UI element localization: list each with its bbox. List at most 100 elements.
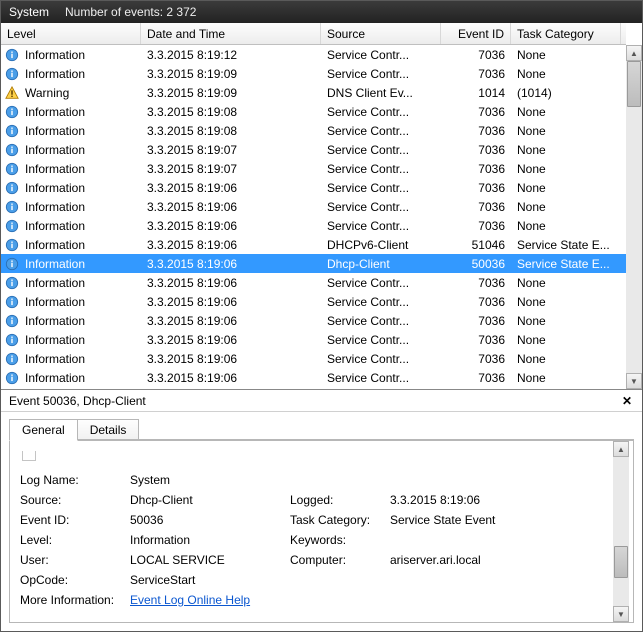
row-eventid: 7036 [441, 200, 511, 214]
event-list: Level Date and Time Source Event ID Task… [1, 23, 642, 390]
row-source: DHCPv6-Client [321, 238, 441, 252]
row-level: Information [25, 238, 85, 252]
scroll-up-button[interactable]: ▲ [626, 45, 642, 61]
row-eventid: 50036 [441, 257, 511, 271]
opcode-label: OpCode: [20, 573, 130, 587]
row-datetime: 3.3.2015 8:19:09 [141, 86, 321, 100]
source-label: Source: [20, 493, 130, 507]
row-level: Information [25, 314, 85, 328]
column-headers[interactable]: Level Date and Time Source Event ID Task… [1, 23, 626, 45]
row-taskcategory: Service State E... [511, 257, 621, 271]
table-row[interactable]: Information3.3.2015 8:19:06Service Contr… [1, 216, 626, 235]
row-eventid: 7036 [441, 143, 511, 157]
detail-pane: Event 50036, Dhcp-Client ✕ General Detai… [1, 390, 642, 631]
scroll-down-button[interactable]: ▼ [626, 373, 642, 389]
detail-scroll-down[interactable]: ▼ [613, 606, 629, 622]
info-icon [5, 352, 19, 366]
table-row[interactable]: Information3.3.2015 8:19:06Service Contr… [1, 349, 626, 368]
computer-label: Computer: [290, 553, 390, 567]
row-level: Information [25, 105, 85, 119]
col-source[interactable]: Source [321, 23, 441, 44]
eventid-value: 50036 [130, 513, 290, 527]
row-eventid: 7036 [441, 181, 511, 195]
table-row[interactable]: Information3.3.2015 8:19:08Service Contr… [1, 121, 626, 140]
table-row[interactable]: Information3.3.2015 8:19:06Service Contr… [1, 311, 626, 330]
table-row[interactable]: Information3.3.2015 8:19:09Service Contr… [1, 64, 626, 83]
info-icon [5, 295, 19, 309]
table-row[interactable]: Information3.3.2015 8:19:12Service Contr… [1, 45, 626, 64]
row-source: Service Contr... [321, 181, 441, 195]
eventid-label: Event ID: [20, 513, 130, 527]
info-icon [5, 257, 19, 271]
row-taskcategory: None [511, 67, 621, 81]
col-level[interactable]: Level [1, 23, 141, 44]
row-datetime: 3.3.2015 8:19:06 [141, 295, 321, 309]
level-value: Information [130, 533, 290, 547]
row-taskcategory: None [511, 124, 621, 138]
scroll-track[interactable] [626, 61, 642, 373]
scroll-thumb[interactable] [627, 61, 641, 107]
row-eventid: 1014 [441, 86, 511, 100]
detail-scroll-track[interactable] [613, 457, 629, 606]
moreinfo-link[interactable]: Event Log Online Help [130, 593, 250, 607]
col-eventid[interactable]: Event ID [441, 23, 511, 44]
row-source: Service Contr... [321, 333, 441, 347]
detail-scroll-thumb[interactable] [614, 546, 628, 578]
table-row[interactable]: Information3.3.2015 8:19:08Service Contr… [1, 102, 626, 121]
close-icon[interactable]: ✕ [620, 394, 634, 408]
table-row[interactable]: Warning3.3.2015 8:19:09DNS Client Ev...1… [1, 83, 626, 102]
user-value: LOCAL SERVICE [130, 553, 290, 567]
row-taskcategory: None [511, 314, 621, 328]
list-scrollbar[interactable]: ▲ ▼ [626, 45, 642, 389]
level-label: Level: [20, 533, 130, 547]
row-eventid: 7036 [441, 105, 511, 119]
table-row[interactable]: Information3.3.2015 8:19:06Service Contr… [1, 330, 626, 349]
row-source: Service Contr... [321, 200, 441, 214]
row-datetime: 3.3.2015 8:19:06 [141, 181, 321, 195]
row-eventid: 7036 [441, 162, 511, 176]
row-eventid: 7036 [441, 333, 511, 347]
row-level: Information [25, 257, 85, 271]
row-level: Information [25, 219, 85, 233]
col-datetime[interactable]: Date and Time [141, 23, 321, 44]
info-icon [5, 105, 19, 119]
table-row[interactable]: Information3.3.2015 8:19:06Service Contr… [1, 197, 626, 216]
row-datetime: 3.3.2015 8:19:07 [141, 143, 321, 157]
tab-details[interactable]: Details [77, 419, 140, 441]
row-datetime: 3.3.2015 8:19:06 [141, 219, 321, 233]
table-row[interactable]: Information3.3.2015 8:19:06Service Contr… [1, 178, 626, 197]
table-row[interactable]: Information3.3.2015 8:19:06DHCPv6-Client… [1, 235, 626, 254]
row-source: Service Contr... [321, 162, 441, 176]
detail-scroll-up[interactable]: ▲ [613, 441, 629, 457]
table-row[interactable]: Information3.3.2015 8:19:06Service Contr… [1, 292, 626, 311]
info-icon [5, 371, 19, 385]
table-row[interactable]: Information3.3.2015 8:19:06Service Contr… [1, 273, 626, 292]
table-row[interactable]: Information3.3.2015 8:19:06Service Contr… [1, 368, 626, 387]
row-taskcategory: None [511, 352, 621, 366]
tab-general[interactable]: General [9, 419, 78, 441]
row-taskcategory: Service State E... [511, 238, 621, 252]
keywords-label: Keywords: [290, 533, 390, 547]
table-row[interactable]: Information3.3.2015 8:19:07Service Contr… [1, 140, 626, 159]
row-source: DNS Client Ev... [321, 86, 441, 100]
row-eventid: 7036 [441, 67, 511, 81]
info-icon [5, 67, 19, 81]
logname-label: Log Name: [20, 473, 130, 487]
source-value: Dhcp-Client [130, 493, 290, 507]
row-taskcategory: None [511, 371, 621, 385]
row-eventid: 7036 [441, 371, 511, 385]
event-count: Number of events: 2 372 [65, 5, 196, 19]
info-icon [5, 48, 19, 62]
row-datetime: 3.3.2015 8:19:06 [141, 200, 321, 214]
row-taskcategory: None [511, 48, 621, 62]
taskcat-label: Task Category: [290, 513, 390, 527]
row-level: Information [25, 333, 85, 347]
col-taskcategory[interactable]: Task Category [511, 23, 621, 44]
row-source: Service Contr... [321, 105, 441, 119]
table-row[interactable]: Information3.3.2015 8:19:06Dhcp-Client50… [1, 254, 626, 273]
row-eventid: 51046 [441, 238, 511, 252]
detail-scrollbar[interactable]: ▲ ▼ [613, 441, 629, 622]
row-datetime: 3.3.2015 8:19:12 [141, 48, 321, 62]
table-row[interactable]: Information3.3.2015 8:19:07Service Contr… [1, 159, 626, 178]
row-source: Service Contr... [321, 314, 441, 328]
